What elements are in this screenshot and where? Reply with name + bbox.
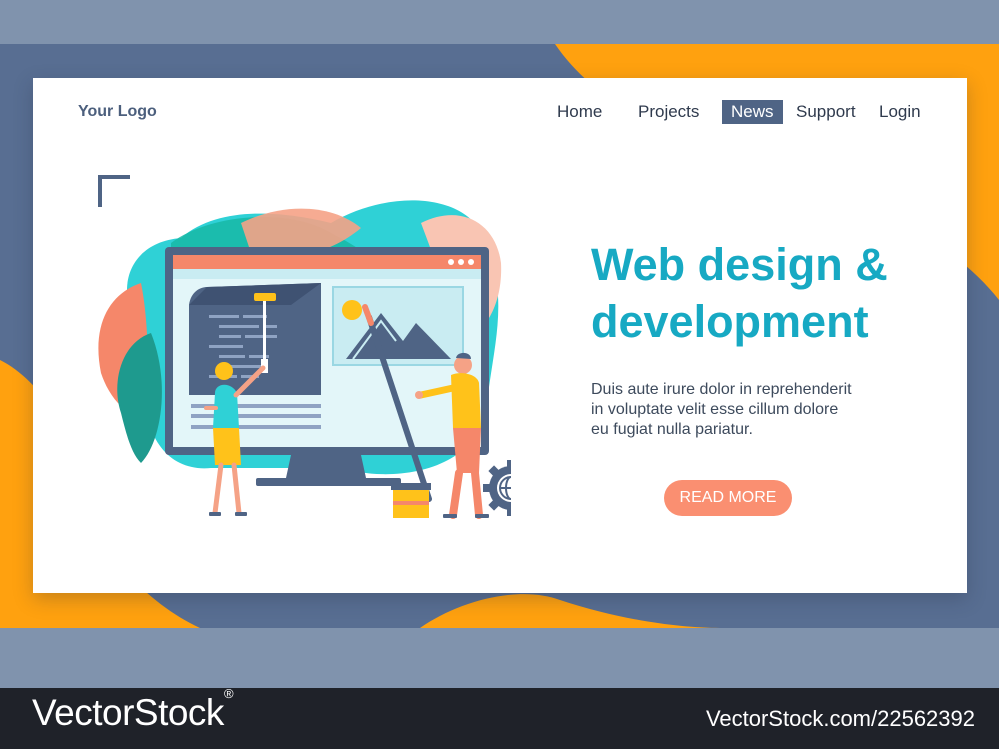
hero-description: Duis aute irure dolor in reprehenderit i… [591, 381, 852, 438]
gear-globe-icon [483, 460, 511, 516]
nav-item-login[interactable]: Login [879, 100, 921, 124]
top-nav: Home Projects News Support Login [33, 100, 967, 126]
nav-item-support[interactable]: Support [796, 100, 856, 124]
hero-title-line-2: development [591, 296, 869, 347]
web-design-illustration [98, 200, 511, 519]
nav-item-projects[interactable]: Projects [638, 100, 699, 124]
read-more-button[interactable]: READ MORE [664, 480, 792, 516]
paint-bucket-icon [391, 483, 431, 518]
watermark-bar: VectorStock® VectorStock.com/22562392 [0, 686, 999, 749]
watermark-logo-text: VectorStock [32, 692, 224, 733]
nav-item-news[interactable]: News [722, 100, 783, 124]
watermark-logo: VectorStock® [32, 686, 234, 734]
hero-title-line-1: Web design & [591, 239, 888, 290]
nav-item-home[interactable]: Home [557, 100, 602, 124]
watermark-url: VectorStock.com/22562392 [705, 706, 975, 731]
registered-mark: ® [223, 685, 234, 701]
landing-page-card: Your Logo Home Projects News Support Log… [33, 78, 967, 593]
hero-title: Web design & development [591, 236, 931, 350]
